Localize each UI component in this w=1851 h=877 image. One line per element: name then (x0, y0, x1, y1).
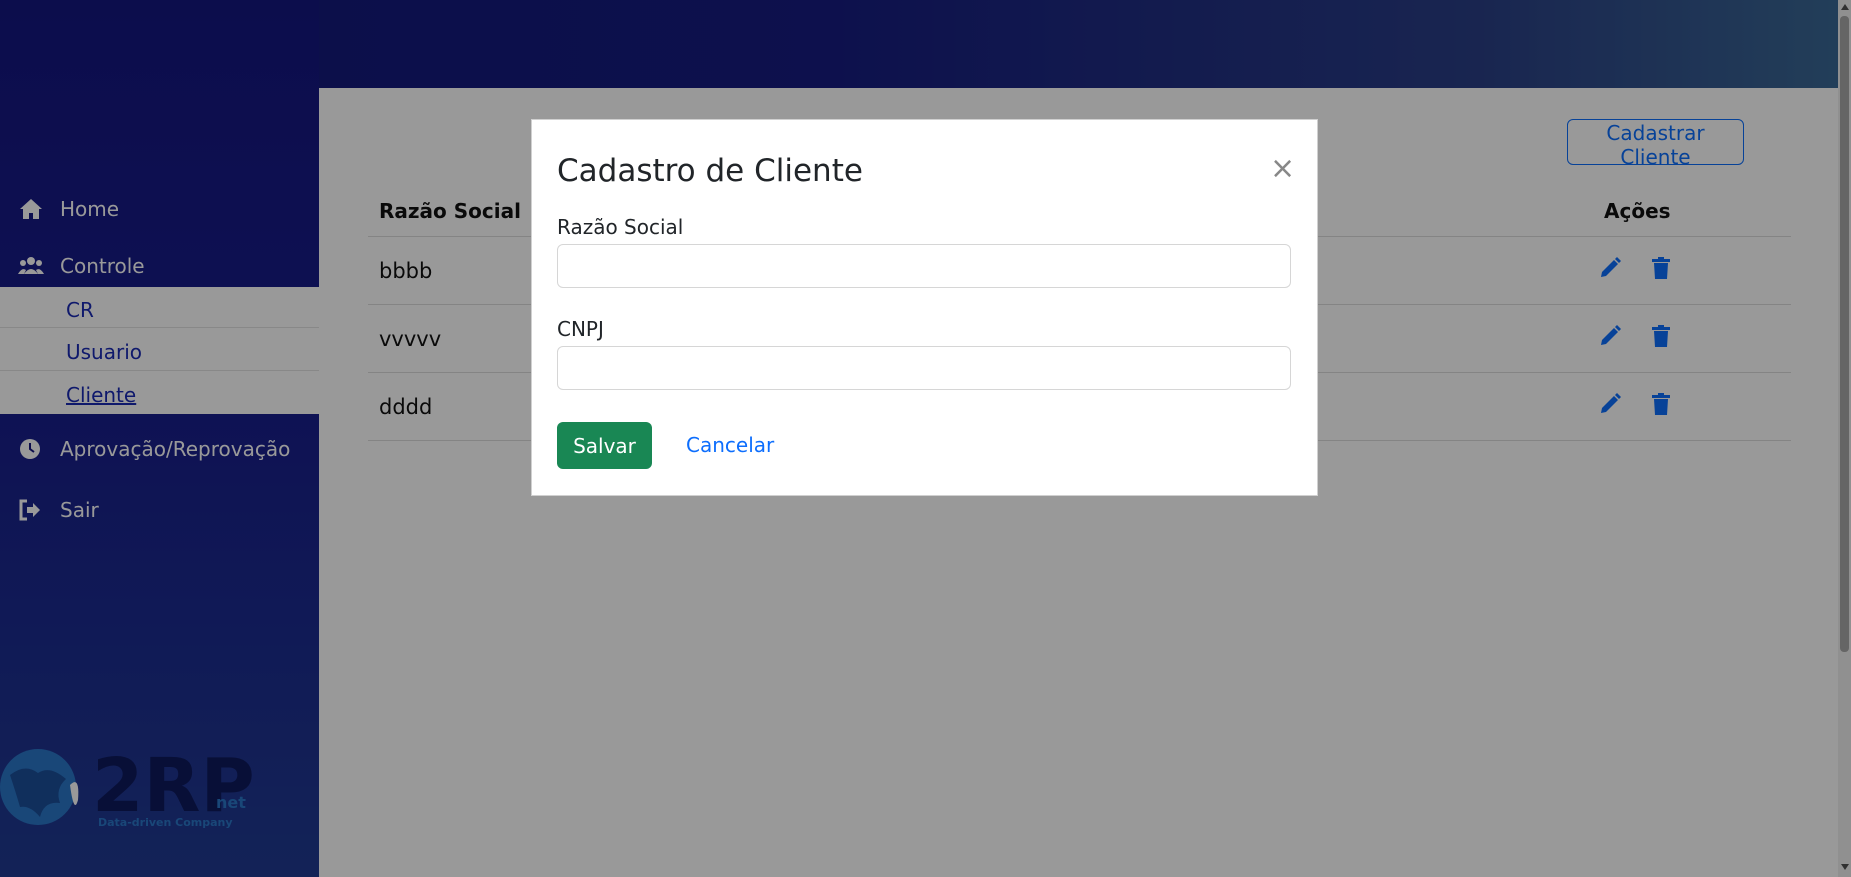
close-icon[interactable]: × (1270, 154, 1295, 184)
cancel-button[interactable]: Cancelar (686, 433, 774, 457)
razao-social-label: Razão Social (557, 215, 684, 239)
client-registration-modal: Cadastro de Cliente × Razão Social CNPJ … (531, 119, 1318, 496)
cnpj-label: CNPJ (557, 317, 604, 341)
modal-title: Cadastro de Cliente (557, 153, 863, 189)
save-button[interactable]: Salvar (557, 422, 652, 469)
cnpj-input[interactable] (557, 346, 1291, 390)
razao-social-input[interactable] (557, 244, 1291, 288)
